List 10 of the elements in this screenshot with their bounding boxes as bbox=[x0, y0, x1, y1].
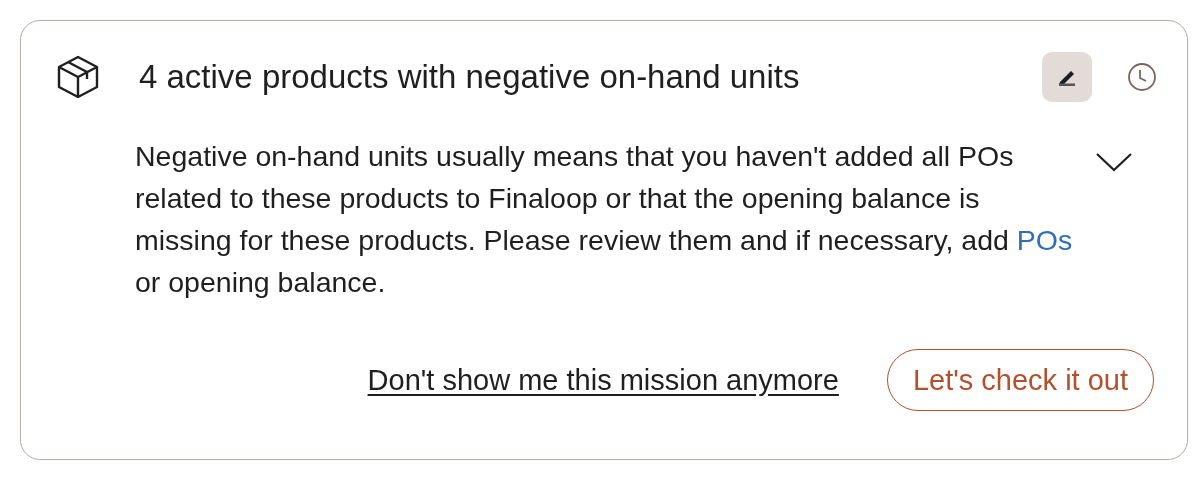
dismiss-link[interactable]: Don't show me this mission anymore bbox=[367, 363, 839, 397]
pos-link[interactable]: POs bbox=[1016, 224, 1073, 256]
mission-title: 4 active products with negative on-hand units bbox=[139, 58, 801, 96]
mission-description: Negative on-hand units usually means that you haven't added all POs related to these products to Finaloop or that the opening balance is missing for these products. Please review them and if necessary, add POs or opening balance. bbox=[135, 139, 1074, 300]
check-it-out-button[interactable]: Let's check it out bbox=[886, 349, 1154, 411]
chevron-down-icon[interactable] bbox=[1095, 151, 1133, 173]
box-icon bbox=[55, 54, 101, 100]
edit-button[interactable] bbox=[1042, 52, 1092, 102]
clock-icon[interactable] bbox=[1127, 62, 1157, 92]
edit-icon bbox=[1056, 68, 1078, 86]
